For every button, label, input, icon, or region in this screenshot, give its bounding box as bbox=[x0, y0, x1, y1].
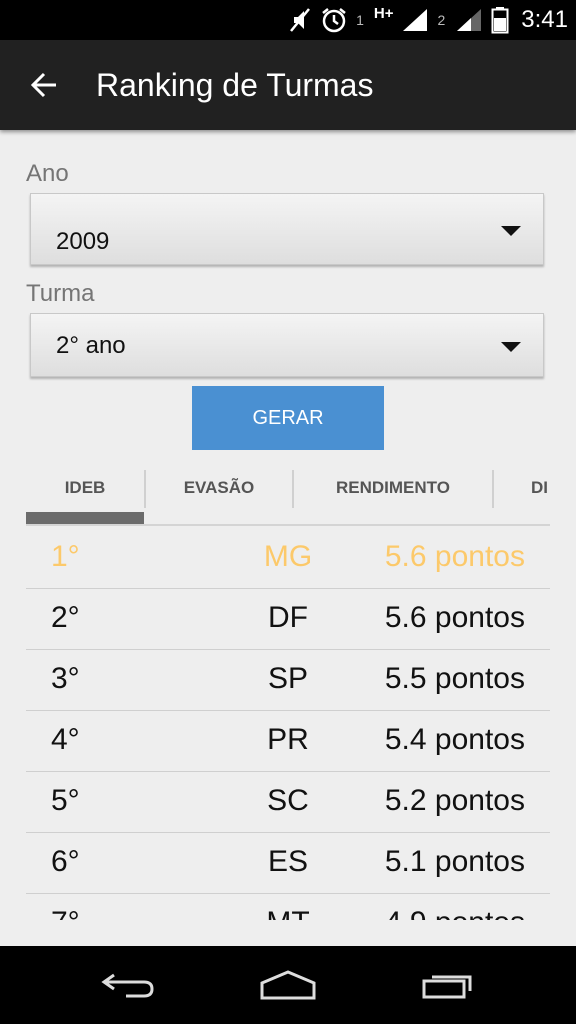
back-button[interactable] bbox=[24, 65, 64, 105]
ranking-state: DF bbox=[268, 601, 308, 634]
status-icons: 1 H+ 2 3:41 bbox=[288, 4, 568, 36]
status-bar: 1 H+ 2 3:41 bbox=[0, 0, 576, 40]
ranking-state: PR bbox=[267, 723, 309, 756]
dropdown-arrow-icon bbox=[501, 342, 521, 352]
mute-icon bbox=[288, 7, 312, 33]
ranking-row[interactable]: 1° MG 5.6 pontos bbox=[26, 528, 550, 589]
clock: 3:41 bbox=[521, 6, 568, 33]
ranking-points: 5.1 pontos bbox=[384, 845, 525, 878]
signal-icon bbox=[401, 7, 429, 33]
dropdown-arrow-icon bbox=[501, 226, 521, 236]
battery-icon bbox=[491, 6, 509, 34]
ranking-points: 5.4 pontos bbox=[384, 723, 525, 756]
tab-rendimento[interactable]: RENDIMENTO bbox=[294, 468, 492, 508]
ranking-state: SC bbox=[267, 784, 309, 817]
gerar-button[interactable]: GERAR bbox=[192, 386, 384, 450]
ranking-points: 5.6 pontos bbox=[384, 540, 525, 573]
tab-indicator bbox=[26, 512, 144, 524]
nav-recents-button[interactable] bbox=[408, 962, 488, 1008]
tab-di[interactable]: DI bbox=[494, 468, 550, 508]
ranking-state: MT bbox=[266, 906, 309, 920]
ranking-row[interactable]: 7° MT 4.9 pontos bbox=[26, 894, 550, 920]
ranking-row[interactable]: 6° ES 5.1 pontos bbox=[26, 833, 550, 894]
ranking-points: 5.2 pontos bbox=[384, 784, 525, 817]
ranking-position: 6° bbox=[51, 845, 80, 878]
sim2-label: 2 bbox=[437, 12, 446, 28]
ranking-points: 5.5 pontos bbox=[384, 662, 525, 695]
nav-home-button[interactable] bbox=[248, 962, 328, 1008]
ranking-points: 4.9 pontos bbox=[385, 906, 525, 920]
ranking-position: 4° bbox=[51, 723, 80, 756]
ano-value: 2009 bbox=[56, 228, 110, 255]
tab-evasao[interactable]: EVASÃO bbox=[146, 468, 292, 508]
navigation-bar bbox=[0, 946, 576, 1024]
ranking-position: 7° bbox=[51, 906, 80, 920]
arrow-left-icon bbox=[30, 72, 56, 98]
ranking-row[interactable]: 3° SP 5.5 pontos bbox=[26, 650, 550, 711]
ranking-row[interactable]: 2° DF 5.6 pontos bbox=[26, 589, 550, 650]
page-title: Ranking de Turmas bbox=[96, 67, 374, 103]
alarm-icon bbox=[320, 6, 348, 34]
action-bar: Ranking de Turmas bbox=[0, 40, 576, 130]
ranking-row[interactable]: 4° PR 5.4 pontos bbox=[26, 711, 550, 772]
ano-label: Ano bbox=[26, 160, 69, 187]
ranking-position: 2° bbox=[51, 601, 80, 634]
ranking-state: ES bbox=[267, 845, 309, 878]
signal-icon bbox=[455, 7, 483, 33]
turma-spinner[interactable]: 2° ano bbox=[30, 313, 544, 377]
back-icon bbox=[101, 973, 154, 998]
sim1-label: 1 bbox=[356, 12, 364, 28]
ranking-position: 3° bbox=[51, 662, 80, 695]
turma-value: 2° ano bbox=[56, 332, 126, 359]
recents-icon bbox=[422, 975, 472, 999]
ranking-position: 1° bbox=[51, 540, 80, 573]
ranking-list[interactable]: 1° MG 5.6 pontos 2° DF 5.6 pontos 3° SP … bbox=[26, 528, 550, 920]
ranking-state: MG bbox=[263, 540, 313, 573]
nav-back-button[interactable] bbox=[88, 962, 168, 1008]
network-type-label: H+ bbox=[373, 4, 394, 22]
turma-label: Turma bbox=[26, 280, 95, 307]
home-icon bbox=[260, 970, 316, 1000]
ranking-state: SP bbox=[267, 662, 309, 695]
tab-ideb[interactable]: IDEB bbox=[26, 468, 144, 508]
ano-spinner[interactable]: 2009 bbox=[30, 193, 544, 265]
tab-bar: IDEB EVASÃO RENDIMENTO DI bbox=[26, 468, 550, 526]
ranking-points: 5.6 pontos bbox=[384, 601, 525, 634]
ranking-row[interactable]: 5° SC 5.2 pontos bbox=[26, 772, 550, 833]
ranking-position: 5° bbox=[51, 784, 80, 817]
